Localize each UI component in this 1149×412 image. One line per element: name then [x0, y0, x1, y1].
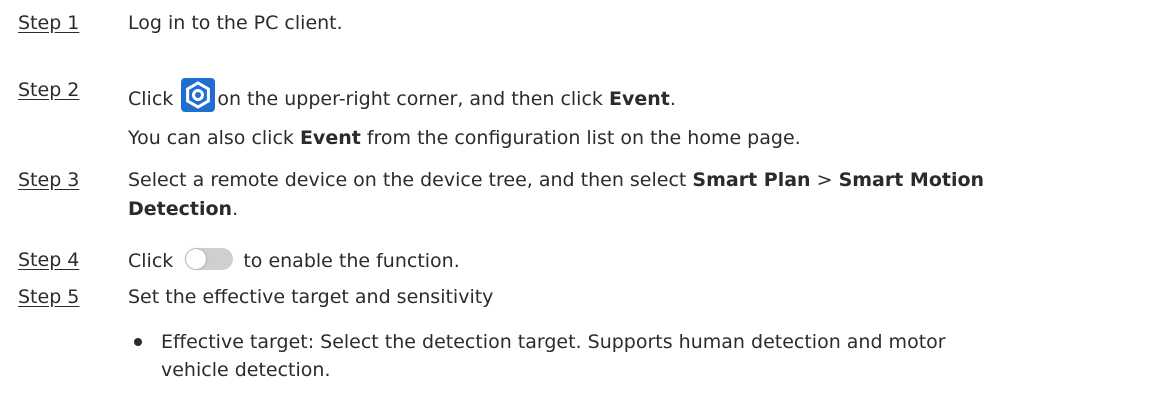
step-3-bold-smart-motion: Smart Motion — [838, 169, 985, 191]
step-2-note-post: from the configuration list on the home … — [360, 127, 801, 149]
bullet-line-2: vehicle detection. — [161, 359, 331, 381]
step-2-note-pre: You can also click — [128, 127, 294, 149]
step-4-post: to enable the function. — [243, 250, 460, 272]
step-4-label: Step 4 — [18, 249, 80, 271]
step-3-text: Select a remote device on the device tre… — [128, 168, 984, 192]
bullet-dot — [134, 338, 142, 346]
step-3-sep: > — [810, 169, 839, 191]
step-3-cont: Detection. — [128, 197, 238, 221]
step-1-label: Step 1 — [18, 12, 80, 34]
step-3-label: Step 3 — [18, 169, 80, 191]
step-3-post: . — [232, 198, 239, 220]
step-2-label: Step 2 — [18, 79, 80, 101]
step-2-mid: on the upper-right corner, and then clic… — [217, 88, 603, 110]
step-2-note-bold-event: Event — [299, 127, 361, 149]
step-4-pre: Click — [128, 250, 174, 272]
manual-page: Step 1 Log in to the PC client. Step 2 C… — [0, 0, 1149, 412]
step-5-text: Set the effective target and sensitivity — [128, 286, 494, 308]
step-2-text: Click on the upper-right corner, and the… — [128, 78, 676, 112]
toggle-icon — [185, 248, 234, 270]
step-4-text: Click to enable the function. — [128, 248, 460, 273]
step-2-pre: Click — [128, 88, 174, 110]
step-3-bold-smart-plan: Smart Plan — [692, 169, 811, 191]
step-2-bold-event: Event — [608, 88, 670, 110]
bullet-line-1: Effective target: Select the detection t… — [161, 331, 946, 353]
step-1-text: Log in to the PC client. — [128, 12, 343, 34]
gear-icon — [181, 78, 216, 112]
step-2-note: You can also click Event from the config… — [128, 126, 801, 150]
step-3-bold-detection: Detection — [128, 198, 233, 220]
step-2-post: . — [669, 88, 676, 110]
step-3-pre: Select a remote device on the device tre… — [128, 169, 687, 191]
step-5-label: Step 5 — [18, 286, 80, 308]
